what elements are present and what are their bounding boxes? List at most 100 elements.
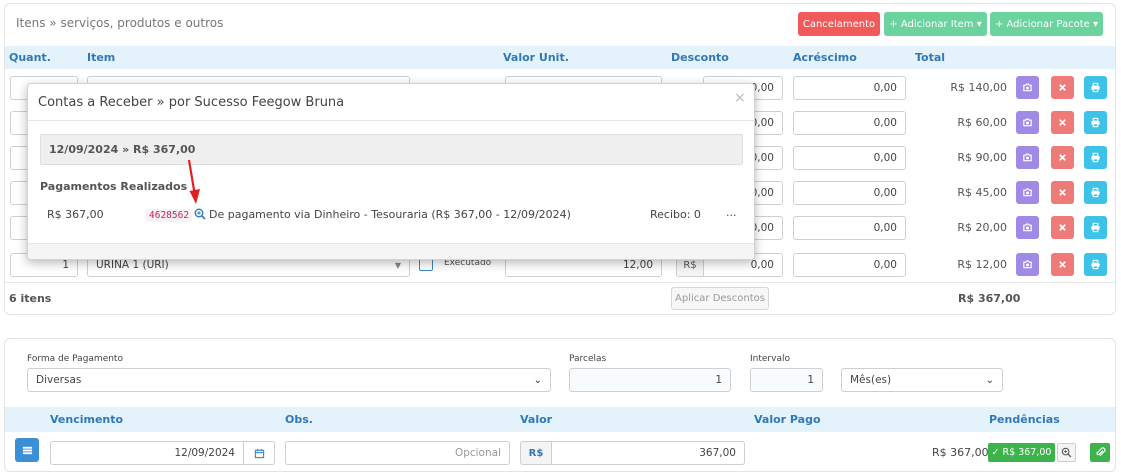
print-button[interactable] xyxy=(1084,253,1107,276)
printer-icon xyxy=(1091,222,1100,233)
addition-input[interactable]: 0,00 xyxy=(793,253,906,277)
payment-receipt: Recibo: 0 xyxy=(650,208,701,221)
camera-icon xyxy=(1023,153,1032,162)
modal-close-icon[interactable]: × xyxy=(734,90,746,106)
print-button[interactable] xyxy=(1084,111,1107,134)
value-input[interactable]: 367,00 xyxy=(551,441,745,465)
col-paid: Valor Pago xyxy=(754,413,821,426)
print-button[interactable] xyxy=(1084,146,1107,169)
parcelas-label: Parcelas xyxy=(569,354,607,364)
printer-icon xyxy=(1091,152,1100,163)
printer-icon xyxy=(1091,117,1100,128)
add-item-button[interactable]: + Adicionar Item ▾ xyxy=(884,12,987,36)
payment-form-select[interactable]: Diversas ⌄ xyxy=(27,368,551,392)
col-addition: Acréscimo xyxy=(793,51,857,64)
paid-value: R$ 367,00 xyxy=(932,446,989,459)
modal-title-main: Contas a Receber xyxy=(38,95,153,110)
remove-button[interactable] xyxy=(1051,146,1074,169)
obs-input[interactable]: Opcional xyxy=(285,441,510,465)
addition-input[interactable]: 0,00 xyxy=(793,76,906,100)
row-total: R$ 12,00 xyxy=(957,258,1007,271)
due-date-input[interactable]: 12/09/2024 xyxy=(50,441,244,465)
col-discount: Desconto xyxy=(671,51,729,64)
remove-button[interactable] xyxy=(1051,253,1074,276)
zoom-in-icon[interactable] xyxy=(194,208,206,220)
payment-table-header: Vencimento Obs. Valor Valor Pago Pendênc… xyxy=(5,407,1115,432)
remove-button[interactable] xyxy=(1051,181,1074,204)
payment-description[interactable]: De pagamento via Dinheiro - Tesouraria (… xyxy=(209,208,571,221)
camera-button[interactable] xyxy=(1016,216,1039,239)
print-button[interactable] xyxy=(1084,76,1107,99)
row-total: R$ 140,00 xyxy=(950,81,1007,94)
receivable-modal: Contas a Receber » por Sucesso Feegow Br… xyxy=(27,83,755,260)
print-button[interactable] xyxy=(1084,181,1107,204)
attach-button[interactable] xyxy=(1090,443,1110,462)
printer-icon xyxy=(1091,187,1100,198)
camera-icon xyxy=(1023,223,1032,232)
camera-icon xyxy=(1023,260,1032,269)
add-package-button[interactable]: + Adicionar Pacote ▾ xyxy=(990,12,1103,36)
row-total: R$ 60,00 xyxy=(957,116,1007,129)
row-total: R$ 20,00 xyxy=(957,221,1007,234)
remove-button[interactable] xyxy=(1051,216,1074,239)
close-icon xyxy=(1059,261,1066,268)
printer-icon xyxy=(1091,259,1100,270)
calendar-icon xyxy=(254,448,264,458)
payment-form-label: Forma de Pagamento xyxy=(27,354,123,364)
camera-button[interactable] xyxy=(1016,181,1039,204)
payments-heading: Pagamentos Realizados xyxy=(40,180,188,193)
red-arrow-annotation xyxy=(187,159,200,204)
intervalo-input[interactable]: 1 xyxy=(750,368,823,392)
interval-unit-value: Mês(es) xyxy=(850,374,892,386)
addition-input[interactable]: 0,00 xyxy=(793,111,906,135)
grand-total: R$ 367,00 xyxy=(958,292,1021,305)
intervalo-label: Intervalo xyxy=(750,354,790,364)
parcelas-input[interactable]: 1 xyxy=(569,368,731,392)
camera-button[interactable] xyxy=(1016,111,1039,134)
col-obs: Obs. xyxy=(285,413,313,426)
camera-icon xyxy=(1023,188,1032,197)
col-value: Valor xyxy=(520,413,553,426)
camera-icon xyxy=(1023,83,1032,92)
cancel-button[interactable]: Cancelamento xyxy=(798,12,880,36)
col-quant: Quant. xyxy=(9,51,51,64)
addition-input[interactable]: 0,00 xyxy=(793,216,906,240)
payment-more[interactable]: ... xyxy=(726,206,737,219)
printer-icon xyxy=(1091,82,1100,93)
remove-button[interactable] xyxy=(1051,76,1074,99)
remove-button[interactable] xyxy=(1051,111,1074,134)
payment-form-value: Diversas xyxy=(36,374,82,386)
chevron-down-icon: ⌄ xyxy=(985,374,994,386)
addition-input[interactable]: 0,00 xyxy=(793,146,906,170)
value-currency-addon: R$ xyxy=(520,441,552,465)
close-icon xyxy=(1059,224,1066,231)
row-divider xyxy=(5,282,1115,283)
installment-bar-text: 12/09/2024 » R$ 367,00 xyxy=(49,143,196,156)
camera-button[interactable] xyxy=(1016,76,1039,99)
payment-amount: R$ 367,00 xyxy=(47,208,104,221)
payment-code: 4628562 xyxy=(146,209,193,222)
zoom-in-button[interactable] xyxy=(1057,443,1076,462)
paid-status-badge[interactable]: ✓ R$ 367,00 xyxy=(988,443,1055,462)
camera-button[interactable] xyxy=(1016,253,1039,276)
row-total: R$ 90,00 xyxy=(957,151,1007,164)
modal-divider xyxy=(28,120,754,121)
paperclip-icon xyxy=(1095,447,1105,457)
col-pending: Pendências xyxy=(989,413,1060,426)
calendar-button[interactable] xyxy=(243,441,275,465)
list-icon xyxy=(22,446,32,454)
modal-footer xyxy=(28,243,754,259)
modal-title-suffix: » por Sucesso Feegow Bruna xyxy=(152,95,345,110)
print-button[interactable] xyxy=(1084,216,1107,239)
list-icon-button[interactable] xyxy=(15,438,39,462)
installment-bar: 12/09/2024 » R$ 367,00 xyxy=(40,134,743,165)
camera-button[interactable] xyxy=(1016,146,1039,169)
addition-input[interactable]: 0,00 xyxy=(793,181,906,205)
interval-unit-select[interactable]: Mês(es) ⌄ xyxy=(841,368,1003,392)
col-total: Total xyxy=(915,51,946,64)
items-table-header: Quant. Item Valor Unit. Desconto Acrésci… xyxy=(5,46,1115,69)
close-icon xyxy=(1059,154,1066,161)
chevron-down-icon: ▼ xyxy=(394,260,401,270)
apply-discounts-button[interactable]: Aplicar Descontos xyxy=(671,287,769,310)
camera-icon xyxy=(1023,118,1032,127)
